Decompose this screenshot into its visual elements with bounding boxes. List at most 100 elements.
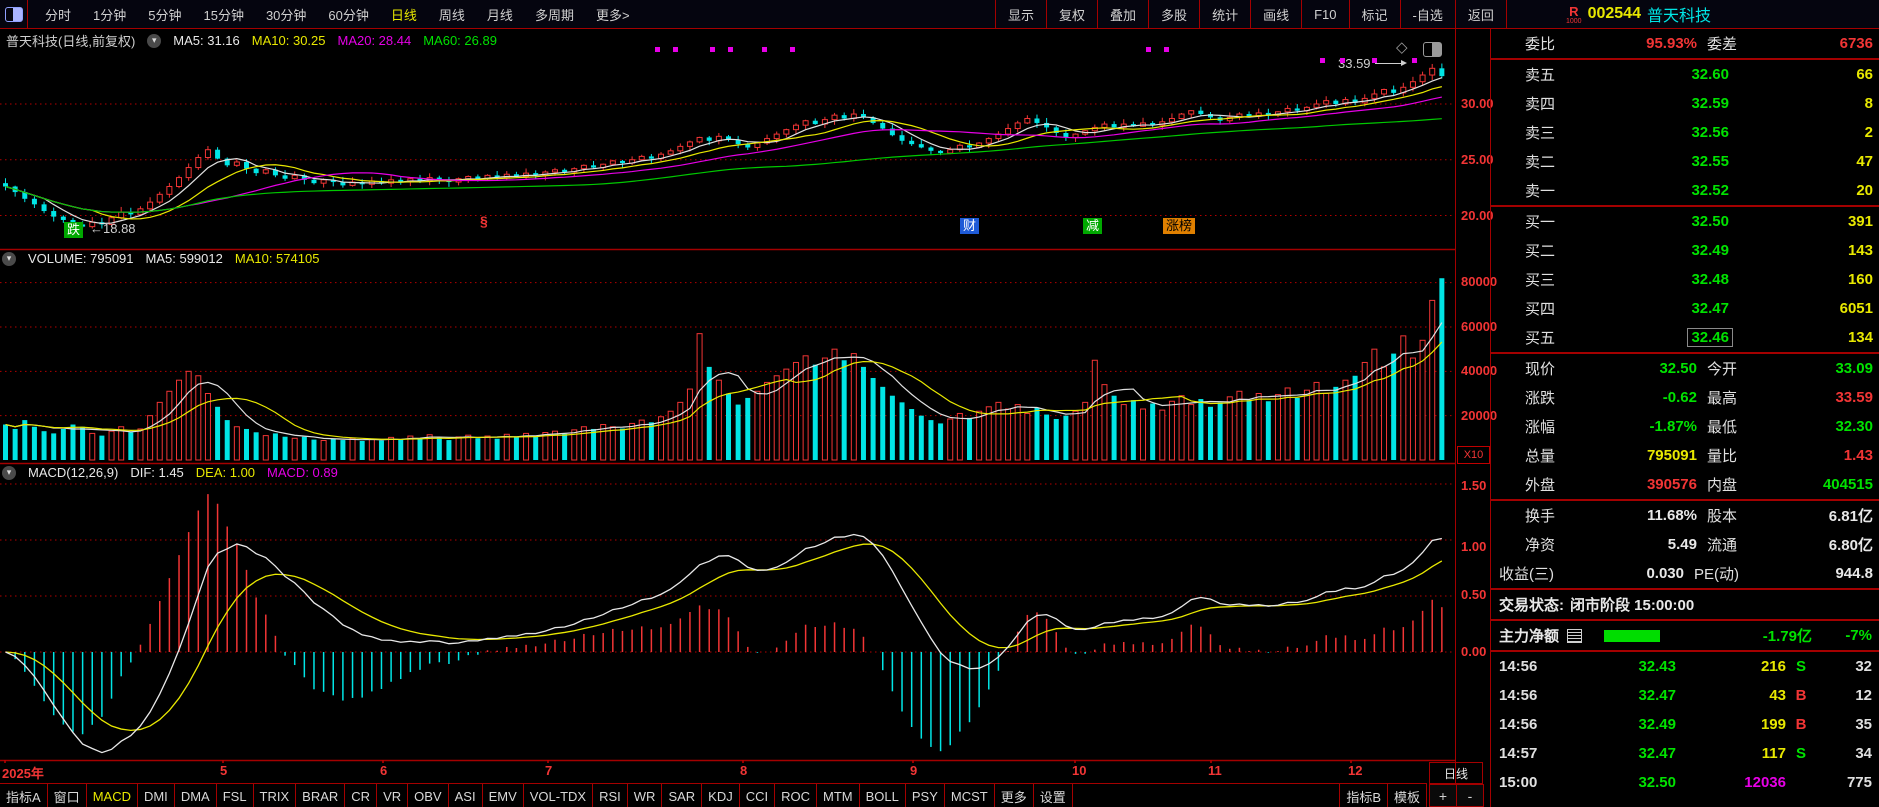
indicator-tab-ASI[interactable]: ASI: [449, 784, 483, 807]
indicator-tab-BRAR[interactable]: BRAR: [296, 784, 346, 807]
indicator-tab-DMI[interactable]: DMI: [138, 784, 175, 807]
period-tab-1分钟[interactable]: 1分钟: [82, 5, 137, 24]
toolbar-button-统计[interactable]: 统计: [1199, 0, 1250, 28]
indicator-tab-WR[interactable]: WR: [628, 784, 663, 807]
status-value: 闭市阶段 15:00:00: [1570, 597, 1695, 614]
toolbar-button-标记[interactable]: 标记: [1348, 0, 1400, 28]
indicator-tab-指标B[interactable]: 指标B: [1339, 784, 1388, 807]
split-window-icon[interactable]: [1423, 42, 1442, 57]
indicator-tab-OBV[interactable]: OBV: [408, 784, 449, 807]
indicator-tab-EMV[interactable]: EMV: [483, 784, 524, 807]
collapse-chevron-icon[interactable]: ▾: [147, 33, 162, 48]
indicator-tab-CR[interactable]: CR: [345, 784, 378, 807]
volume-unit-box: X10: [1457, 446, 1490, 464]
macd-value: MACD: 0.89: [267, 465, 338, 480]
trading-terminal: 分时 1分钟 5分钟 15分钟 30分钟 60分钟 日线 周线 月线 多周期 更多> 显示 复权 叠加多…: [0, 0, 1879, 807]
bid-row[interactable]: 买一 32.50 391: [1491, 207, 1879, 236]
diamond-marker-icon[interactable]: ◇: [1396, 38, 1408, 56]
toolbar-button-复权[interactable]: 复权: [1046, 0, 1097, 28]
period-tab-日线[interactable]: 日线: [380, 5, 428, 24]
zoom-out-button[interactable]: -: [1456, 784, 1484, 807]
indicator-tab-MCST[interactable]: MCST: [945, 784, 995, 807]
indicator-tab-设置[interactable]: 设置: [1034, 784, 1073, 807]
ask-row[interactable]: 卖一 32.52 20: [1491, 176, 1879, 205]
period-tab-5分钟[interactable]: 5分钟: [137, 5, 192, 24]
indicator-tab-指标A[interactable]: 指标A: [0, 784, 48, 807]
indicator-tab-窗口[interactable]: 窗口: [48, 784, 87, 807]
period-tab-更多>[interactable]: 更多>: [585, 5, 641, 24]
toolbar-button-画线[interactable]: 画线: [1250, 0, 1301, 28]
main-force-row[interactable]: 主力净额 -1.79亿 -7%: [1491, 621, 1879, 650]
tick-row[interactable]: 15:00 32.50 12036 775: [1491, 768, 1879, 797]
toolbar-button-显示[interactable]: 显示: [995, 0, 1046, 28]
indicator-tab-ROC[interactable]: ROC: [775, 784, 818, 807]
zoom-in-button[interactable]: +: [1429, 784, 1457, 807]
gainers-badge[interactable]: 涨榜: [1163, 218, 1196, 234]
period-tab-15分钟[interactable]: 15分钟: [192, 5, 254, 24]
toolbar-button-F10[interactable]: F10: [1301, 0, 1348, 28]
toolbar-button-返回[interactable]: 返回: [1454, 0, 1507, 28]
indicator-tab-MTM[interactable]: MTM: [817, 784, 860, 807]
indicator-tab-VR[interactable]: VR: [377, 784, 409, 807]
indicator-tab-FSL[interactable]: FSL: [217, 784, 254, 807]
toolbar-button--自选[interactable]: -自选: [1399, 0, 1455, 28]
event-marker-dot: [673, 47, 678, 52]
top-toolbar: 分时 1分钟 5分钟 15分钟 30分钟 60分钟 日线 周线 月线 多周期 更多> 显示 复权 叠加多…: [0, 0, 1879, 29]
volume-header: ▾ VOLUME: 795091 MA5: 599012 MA10: 57410…: [2, 251, 319, 266]
indicator-tab-DMA[interactable]: DMA: [175, 784, 217, 807]
indicator-tab-CCI[interactable]: CCI: [740, 784, 776, 807]
indicator-tab-RSI[interactable]: RSI: [593, 784, 628, 807]
list-icon[interactable]: [1567, 628, 1583, 643]
bid-row[interactable]: 买二 32.49 143: [1491, 236, 1879, 265]
tick-row[interactable]: 14:56 32.47 43 B 12: [1491, 681, 1879, 710]
toolbar-button-多股[interactable]: 多股: [1148, 0, 1199, 28]
vol-ma5-value: MA5: 599012: [145, 251, 223, 266]
indicator-tab-模板[interactable]: 模板: [1388, 784, 1427, 807]
bid-row-selected[interactable]: 买五 32.46 134: [1491, 323, 1879, 352]
toolbar-button-叠加[interactable]: 叠加: [1097, 0, 1148, 28]
detail-row: 外盘 390576 内盘 404515: [1525, 476, 1873, 494]
collapse-chevron-icon[interactable]: ▾: [2, 465, 16, 480]
toolbar-separator: [27, 0, 28, 28]
ask-row[interactable]: 卖三 32.56 2: [1491, 118, 1879, 147]
main-chart[interactable]: [0, 28, 1456, 763]
bid-row[interactable]: 买三 32.48 160: [1491, 265, 1879, 294]
period-tab-60分钟[interactable]: 60分钟: [317, 5, 379, 24]
indicator-tab-TRIX[interactable]: TRIX: [254, 784, 297, 807]
period-tab-月线[interactable]: 月线: [476, 5, 524, 24]
main-force-bar: [1604, 629, 1661, 642]
bid-row[interactable]: 买四 32.47 6051: [1491, 294, 1879, 323]
info-row: 净资 5.49 流通 6.80亿: [1525, 536, 1873, 554]
finance-badge[interactable]: 财: [960, 218, 980, 234]
tick-row[interactable]: 14:56 32.43 216 S 32: [1491, 652, 1879, 681]
tick-row[interactable]: 14:56 32.49 199 B 35: [1491, 710, 1879, 739]
ask-row[interactable]: 卖五 32.60 66: [1491, 60, 1879, 89]
ma5-value: MA5: 31.16: [173, 33, 240, 48]
period-tab-周线[interactable]: 周线: [428, 5, 476, 24]
collapse-chevron-icon[interactable]: ▾: [2, 251, 16, 266]
info-row: 换手 11.68% 股本 6.81亿: [1525, 507, 1873, 525]
indicator-tab-PSY[interactable]: PSY: [906, 784, 945, 807]
indicator-tab-更多[interactable]: 更多: [995, 784, 1034, 807]
stock-code: 002544: [1587, 5, 1641, 22]
tick-row[interactable]: 14:57 32.47 117 S 34: [1491, 739, 1879, 768]
ask-row[interactable]: 卖二 32.55 47: [1491, 147, 1879, 176]
period-tab-30分钟[interactable]: 30分钟: [255, 5, 317, 24]
info-row: 收益(三) 0.030 PE(动) 944.8: [1499, 565, 1873, 583]
main-force-amount: -1.79亿: [1762, 628, 1812, 645]
period-tab-多周期[interactable]: 多周期: [524, 5, 585, 24]
indicator-tab-VOL-TDX[interactable]: VOL-TDX: [524, 784, 594, 807]
indicator-tab-BOLL[interactable]: BOLL: [860, 784, 906, 807]
window-layout-icon[interactable]: [5, 6, 23, 22]
ma10-value: MA10: 30.25: [251, 33, 326, 48]
down-badge: 跌: [64, 222, 84, 238]
date-label-11: 11: [1208, 763, 1222, 778]
ask-row[interactable]: 卖四 32.59 8: [1491, 89, 1879, 118]
reduce-badge[interactable]: 减: [1083, 218, 1103, 234]
indicator-tab-MACD[interactable]: MACD: [87, 784, 138, 807]
indicator-tab-SAR[interactable]: SAR: [662, 784, 703, 807]
volume-value: VOLUME: 795091: [28, 251, 134, 266]
period-tab-分时[interactable]: 分时: [34, 5, 82, 24]
main-force-label: 主力净额: [1499, 628, 1560, 645]
indicator-tab-KDJ[interactable]: KDJ: [702, 784, 740, 807]
